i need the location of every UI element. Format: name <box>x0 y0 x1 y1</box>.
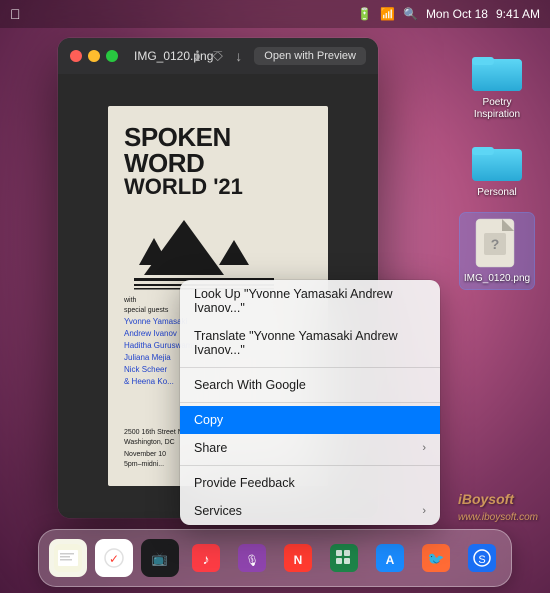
swift-icon: 🐦 <box>417 539 455 577</box>
close-button[interactable] <box>70 50 82 62</box>
svg-text:S: S <box>478 554 485 566</box>
menubar:  🔋 📶 🔍 Mon Oct 18 9:41 AM <box>0 0 550 28</box>
services-arrow-icon: › <box>422 505 426 517</box>
menu-item-services[interactable]: Services › <box>180 497 440 525</box>
apple-logo-icon:  <box>10 6 21 22</box>
copy-label: Copy <box>194 413 223 427</box>
svg-text:✓: ✓ <box>109 552 119 566</box>
services-label: Services <box>194 504 242 518</box>
wifi-icon: 📶 <box>380 7 395 21</box>
dock-item-notes[interactable] <box>47 537 89 579</box>
watermark: iBoysoft www.iboysoft.com <box>458 491 538 523</box>
reminders-icon: ✓ <box>95 539 133 577</box>
svg-text:A: A <box>386 553 395 567</box>
menu-item-feedback[interactable]: Provide Feedback <box>180 469 440 497</box>
dock-item-music[interactable]: ♪ <box>185 537 227 579</box>
menu-datetime: Mon Oct 18 <box>426 7 488 21</box>
minimize-button[interactable] <box>88 50 100 62</box>
share-arrow-icon: › <box>422 442 426 454</box>
music-icon: ♪ <box>187 539 225 577</box>
dock-item-news[interactable]: N <box>277 537 319 579</box>
desktop-icons: Poetry Inspiration Personal <box>458 45 536 289</box>
translate-label: Translate "Yvonne Yamasaki Andrew Ivanov… <box>194 329 426 357</box>
menu-item-share[interactable]: Share › <box>180 434 440 462</box>
poster-title: SPOKEN WORD <box>124 124 312 176</box>
window-actions: ℹ ⎏ ↓ Open with Preview <box>195 47 366 65</box>
menu-separator-2 <box>180 402 440 403</box>
search-icon[interactable]: 🔍 <box>403 7 418 21</box>
folder-icon-poetry <box>471 49 523 93</box>
svg-text:🐦: 🐦 <box>427 551 444 567</box>
lookup-label: Look Up "Yvonne Yamasaki Andrew Ivanov..… <box>194 287 426 315</box>
appstore-icon: A <box>371 539 409 577</box>
dock-item-appstore[interactable]: A <box>369 537 411 579</box>
podcasts-icon: 🎙 <box>233 539 271 577</box>
menu-separator-3 <box>180 465 440 466</box>
file-icon-img: ? <box>474 217 520 269</box>
dock-item-numbers[interactable] <box>323 537 365 579</box>
share-icon[interactable]: ⎏ <box>212 48 223 65</box>
context-menu: Look Up "Yvonne Yamasaki Andrew Ivanov..… <box>180 280 440 525</box>
svg-text:?: ? <box>491 236 500 252</box>
news-icon: N <box>279 539 317 577</box>
menu-item-translate[interactable]: Translate "Yvonne Yamasaki Andrew Ivanov… <box>180 322 440 364</box>
menu-item-search[interactable]: Search With Google <box>180 371 440 399</box>
svg-text:📺: 📺 <box>152 551 168 566</box>
search-label: Search With Google <box>194 378 306 392</box>
svg-text:🎙: 🎙 <box>245 554 259 567</box>
info-icon[interactable]: ℹ <box>195 48 200 65</box>
menu-item-copy[interactable]: Copy <box>180 406 440 434</box>
menu-time: 9:41 AM <box>496 7 540 21</box>
open-with-preview-button[interactable]: Open with Preview <box>254 47 366 65</box>
dock-item-reminders[interactable]: ✓ <box>93 537 135 579</box>
traffic-lights <box>70 50 118 62</box>
numbers-icon <box>325 539 363 577</box>
share-label: Share <box>194 441 227 455</box>
feedback-label: Provide Feedback <box>194 476 295 490</box>
watermark-url: www.iboysoft.com <box>458 512 538 523</box>
poster-mountains-graphic <box>124 210 284 290</box>
watermark-text: iBoysoft <box>458 491 514 507</box>
desktop:  🔋 📶 🔍 Mon Oct 18 9:41 AM <box>0 0 550 593</box>
dock: ✓ 📺 ♪ 🎙 N <box>38 529 512 587</box>
dock-item-finder[interactable]: S <box>461 537 503 579</box>
battery-icon: 🔋 <box>357 7 372 21</box>
finder-icon: S <box>463 539 501 577</box>
img-file-label: IMG_0120.png <box>464 273 530 285</box>
folder-icon-personal <box>471 139 523 183</box>
notes-icon <box>49 539 87 577</box>
svg-text:♪: ♪ <box>203 551 210 567</box>
menubar-left:  <box>10 6 21 22</box>
desktop-icon-poetry[interactable]: Poetry Inspiration <box>458 45 536 125</box>
dock-item-appletv[interactable]: 📺 <box>139 537 181 579</box>
dock-item-podcasts[interactable]: 🎙 <box>231 537 273 579</box>
dock-item-swift[interactable]: 🐦 <box>415 537 457 579</box>
window-titlebar: IMG_0120.png ℹ ⎏ ↓ Open with Preview <box>58 38 378 74</box>
poster-subtitle: WORLD '21 <box>124 176 312 198</box>
save-icon[interactable]: ↓ <box>235 48 242 64</box>
desktop-icon-img-file[interactable]: ? IMG_0120.png <box>460 213 534 289</box>
svg-text:N: N <box>294 553 303 567</box>
menu-separator-1 <box>180 367 440 368</box>
menubar-right: 🔋 📶 🔍 Mon Oct 18 9:41 AM <box>357 7 540 21</box>
maximize-button[interactable] <box>106 50 118 62</box>
poetry-inspiration-label: Poetry Inspiration <box>462 97 532 121</box>
appletv-icon: 📺 <box>141 539 179 577</box>
desktop-icon-personal[interactable]: Personal <box>467 135 527 203</box>
personal-label: Personal <box>477 187 516 199</box>
menu-item-lookup[interactable]: Look Up "Yvonne Yamasaki Andrew Ivanov..… <box>180 280 440 322</box>
